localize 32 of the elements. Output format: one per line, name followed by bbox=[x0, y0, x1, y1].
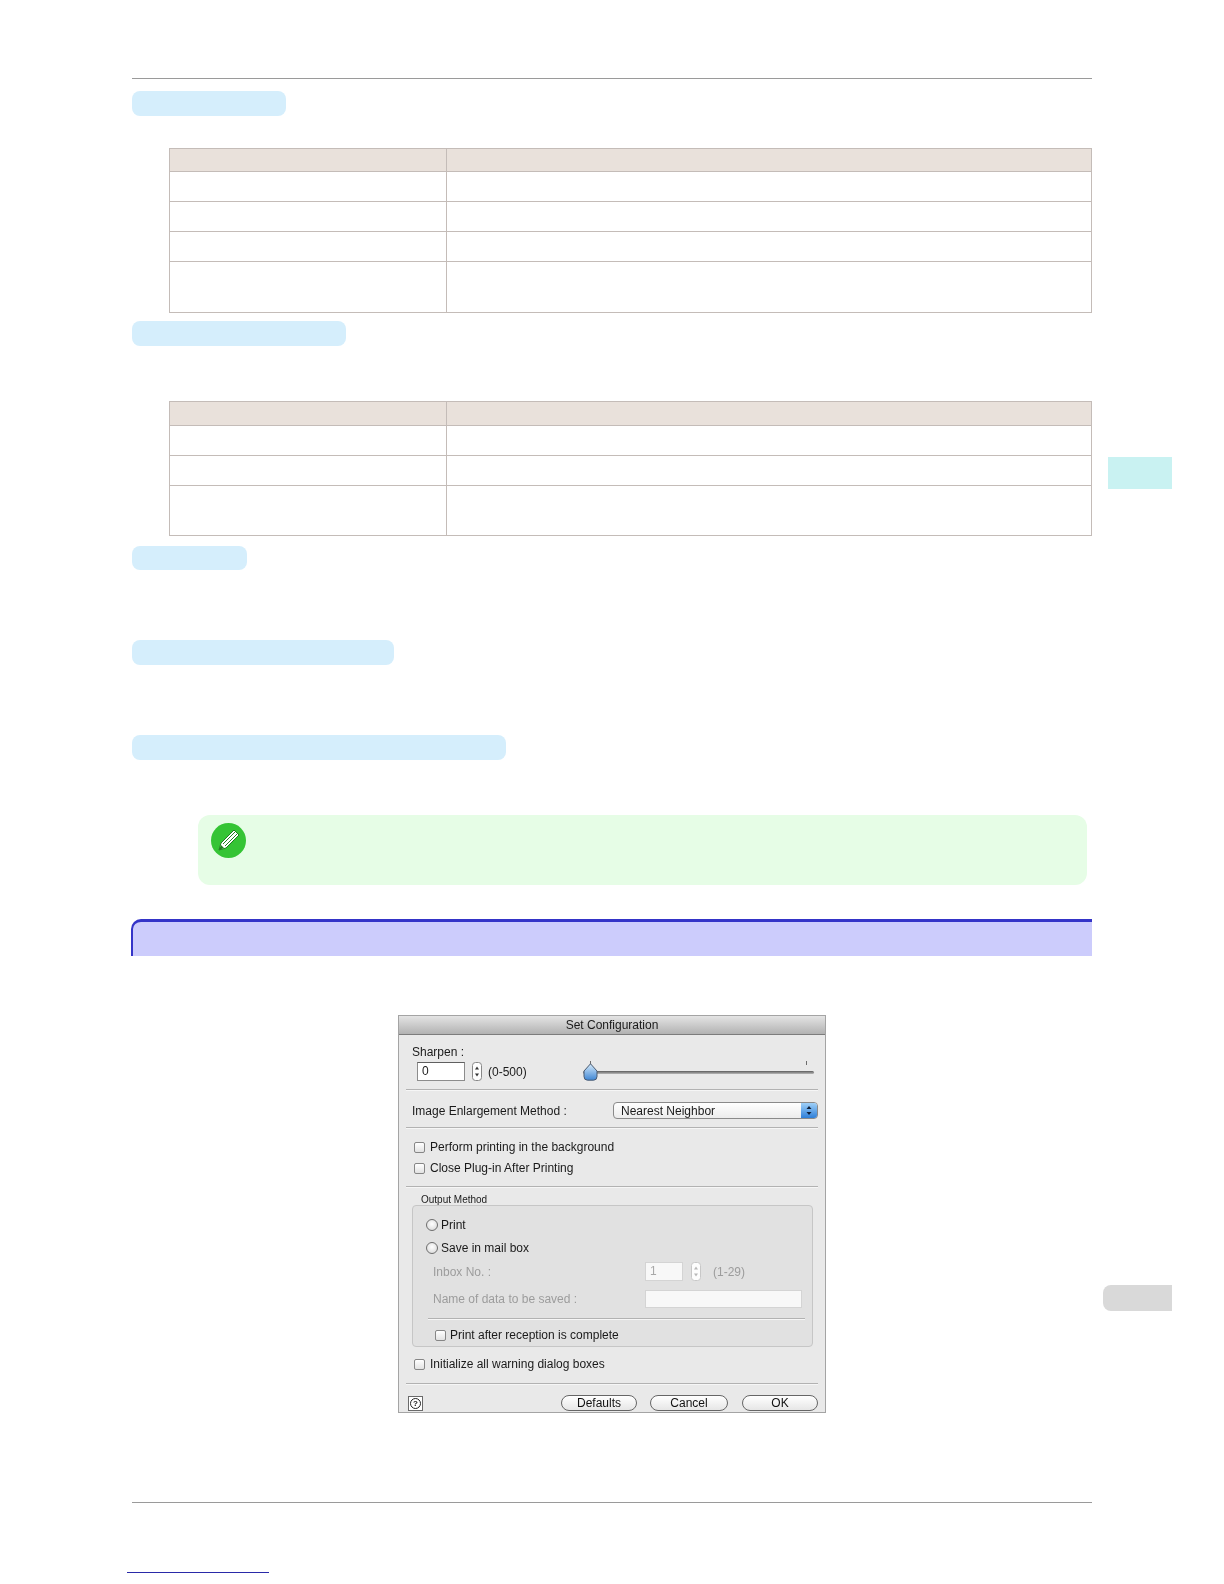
push-button[interactable]: Defaults bbox=[561, 1395, 637, 1411]
radio-label: Save in mail box bbox=[441, 1241, 530, 1255]
checkbox[interactable] bbox=[414, 1162, 425, 1174]
range-text: (1-29) bbox=[713, 1264, 745, 1279]
checkbox-label: Initialize all warning dialog boxes bbox=[430, 1357, 605, 1371]
field-label: Name of data to be saved : bbox=[433, 1292, 579, 1306]
checkbox-label: Perform printing in the background bbox=[430, 1140, 615, 1154]
radio-button[interactable] bbox=[426, 1242, 438, 1254]
checkbox-label: Print after reception is complete bbox=[450, 1328, 619, 1342]
field-label: Image Enlargement Method : bbox=[412, 1103, 567, 1118]
checkbox[interactable] bbox=[414, 1141, 425, 1153]
pencil-icon bbox=[211, 823, 246, 858]
checkbox[interactable] bbox=[435, 1329, 446, 1341]
stepper-icon[interactable] bbox=[472, 1062, 482, 1081]
field-label: Sharpen : bbox=[412, 1045, 465, 1059]
push-button[interactable]: OK bbox=[742, 1395, 818, 1411]
number-field[interactable]: 0 bbox=[417, 1062, 465, 1081]
updown-arrows-icon bbox=[801, 1103, 817, 1118]
help-button[interactable]: ? bbox=[408, 1395, 423, 1411]
field-label: Inbox No. : bbox=[433, 1264, 493, 1279]
radio-button[interactable] bbox=[426, 1219, 438, 1231]
checkbox-label: Close Plug-in After Printing bbox=[430, 1161, 574, 1175]
group-title: Output Method bbox=[421, 1194, 488, 1205]
radio-label: Print bbox=[441, 1218, 466, 1232]
slider-thumb[interactable] bbox=[583, 1063, 598, 1081]
dropdown[interactable]: Nearest Neighbor bbox=[613, 1102, 818, 1119]
push-button[interactable]: Cancel bbox=[650, 1395, 728, 1411]
text-field[interactable] bbox=[645, 1290, 802, 1308]
slider-track[interactable] bbox=[583, 1061, 814, 1082]
range-text: (0-500) bbox=[488, 1064, 527, 1079]
dialog-title: Set Configuration bbox=[399, 1016, 825, 1035]
checkbox[interactable] bbox=[414, 1358, 425, 1370]
